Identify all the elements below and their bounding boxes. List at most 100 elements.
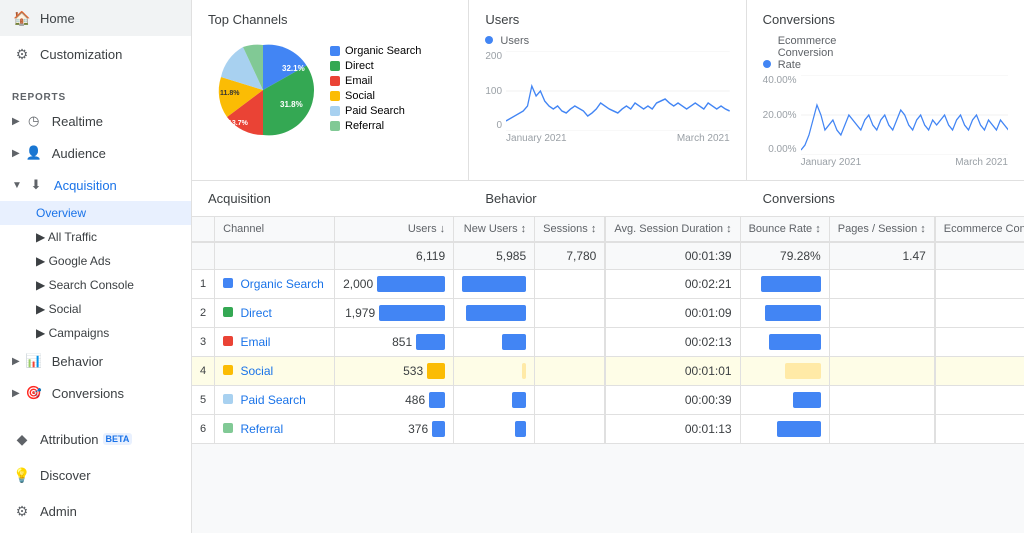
legend-dot-paid [330,106,340,116]
svg-text:13.7%: 13.7% [228,120,249,127]
sidebar-group-realtime[interactable]: ▶ ◷ Realtime [0,105,191,137]
channel-link-6[interactable]: Referral [240,422,283,436]
row-bounce-2 [740,299,829,328]
row-avg-session-2: 00:01:09 [605,299,740,328]
row-channel-2: Direct [215,299,335,328]
row-sessions-6 [535,415,606,444]
channel-link-3[interactable]: Email [240,335,270,349]
users-panel: Users Users 200 100 0 [469,0,746,180]
th-sessions[interactable]: Sessions ↕ [535,217,606,242]
row-sessions-5 [535,386,606,415]
th-pages[interactable]: Pages / Session ↕ [829,217,935,242]
new-users-bar-6 [515,421,526,437]
row-users-1: 2,000 [335,270,454,299]
row-rank-1: 1 [192,270,215,299]
conversions-legend-dot [763,60,771,68]
bounce-bar-2 [765,305,821,321]
sort-icon-avg-session: ↕ [726,223,732,235]
sidebar-group-audience[interactable]: ▶ 👤 Audience [0,137,191,169]
top-channels-title: Top Channels [208,12,452,27]
row-bounce-3 [740,328,829,357]
legend-organic-search: Organic Search [330,45,421,57]
th-avg-session-label: Avg. Session Duration [614,223,723,235]
sidebar-sub-overview[interactable]: Overview [0,201,191,225]
th-new-users[interactable]: New Users ↕ [454,217,535,242]
sidebar-item-customization[interactable]: ⚙ Customization [0,36,191,72]
sidebar-group-behavior[interactable]: ▶ 📊 Behavior [0,345,191,377]
sidebar-item-admin-label: Admin [40,504,77,519]
sidebar-group-conversions[interactable]: ▶ 🎯 Conversions [0,377,191,409]
channel-dot-1 [223,278,233,288]
sort-icon-users: ↓ [440,223,446,235]
channel-link-2[interactable]: Direct [240,306,271,320]
users-chart-svg-container: January 2021 March 2021 [506,51,730,144]
data-table-section: Acquisition Behavior Conversions Channel… [192,181,1024,444]
row-pages-3 [829,328,935,357]
legend-direct: Direct [330,60,421,72]
total-sessions: 7,780 [535,242,606,270]
table-total-row: 6,119 5,985 7,780 00:01:39 79.28% 1.47 9… [192,242,1024,270]
chevron-google-ads: ▶ [36,254,49,268]
conversions-title: Conversions [763,12,1008,27]
users-legend: Users [485,35,729,47]
section-header: Acquisition Behavior Conversions [192,181,1024,217]
sidebar-item-realtime-label: Realtime [52,114,103,129]
sidebar-sub-google-ads[interactable]: ▶ Google Ads [0,249,191,273]
channel-link-1[interactable]: Organic Search [240,277,323,291]
sidebar-item-attribution[interactable]: ◆ Attribution BETA [0,421,191,457]
row-rank-2: 2 [192,299,215,328]
total-label [215,242,335,270]
sidebar-collapse-button[interactable]: ‹ [0,529,191,533]
th-avg-session[interactable]: Avg. Session Duration ↕ [605,217,740,242]
sidebar-sub-search-console[interactable]: ▶ Search Console [0,273,191,297]
bounce-bar-1 [761,276,821,292]
row-pages-2 [829,299,935,328]
legend-dot-direct [330,61,340,71]
sidebar-sub-all-traffic[interactable]: ▶ All Traffic [0,225,191,249]
conversions-icon: 🎯 [24,383,44,403]
sidebar-item-discover[interactable]: 💡 Discover [0,457,191,493]
row-sessions-4 [535,357,606,386]
realtime-icon: ◷ [24,111,44,131]
users-bar-5 [429,392,445,408]
new-users-bar-2 [466,305,526,321]
th-ecommerce-rate[interactable]: Ecommerce Conversion Rate ↕ [935,217,1024,242]
behavior-icon: 📊 [24,351,44,371]
row-ecommerce-rate-4: 3.99% [935,357,1024,386]
acquisition-table: Channel Users ↓ New Users ↕ Sessions ↕ [192,217,1024,444]
legend-email: Email [330,75,421,87]
channel-dot-3 [223,336,233,346]
row-bounce-5 [740,386,829,415]
legend-label-email: Email [345,75,373,87]
conversions-panel: Conversions Ecommerce Conversion Rate 40… [747,0,1024,180]
sidebar-item-home[interactable]: 🏠 Home [0,0,191,36]
beta-badge: BETA [103,433,133,445]
th-pages-label: Pages / Session [838,223,918,235]
pie-chart: 32.1% 31.8% 13.7% 11.8% [208,35,318,145]
sidebar-item-admin[interactable]: ⚙ Admin [0,493,191,529]
bounce-bar-6 [777,421,821,437]
users-bar-4 [427,363,445,379]
th-users[interactable]: Users ↓ [335,217,454,242]
total-bounce-rate: 79.28% [740,242,829,270]
sidebar-group-acquisition[interactable]: ▼ ⬇ Acquisition Overview ▶ All Traffic ▶… [0,169,191,345]
sidebar-sub-social[interactable]: ▶ Social [0,297,191,321]
legend-paid-search: Paid Search [330,105,421,117]
channel-link-5[interactable]: Paid Search [240,393,305,407]
sidebar-sub-campaigns[interactable]: ▶ Campaigns [0,321,191,345]
total-ecommerce-rate: 9.52% [935,242,1024,270]
top-charts-section: Top Channels 32.1% 31 [192,0,1024,181]
channel-dot-5 [223,394,233,404]
row-ecommerce-rate-2: 5.58% [935,299,1024,328]
users-title: Users [485,12,729,27]
th-bounce-rate[interactable]: Bounce Rate ↕ [740,217,829,242]
sidebar-item-attribution-label: Attribution [40,432,99,447]
row-sessions-2 [535,299,606,328]
chevron-conversions: ▶ [12,388,20,399]
th-users-label: Users [408,223,437,235]
channel-link-4[interactable]: Social [240,364,273,378]
home-icon: 🏠 [12,8,32,28]
th-channel[interactable]: Channel [215,217,335,242]
sort-icon-new-users: ↕ [521,223,527,235]
row-ecommerce-rate-3: 13.18% [935,328,1024,357]
